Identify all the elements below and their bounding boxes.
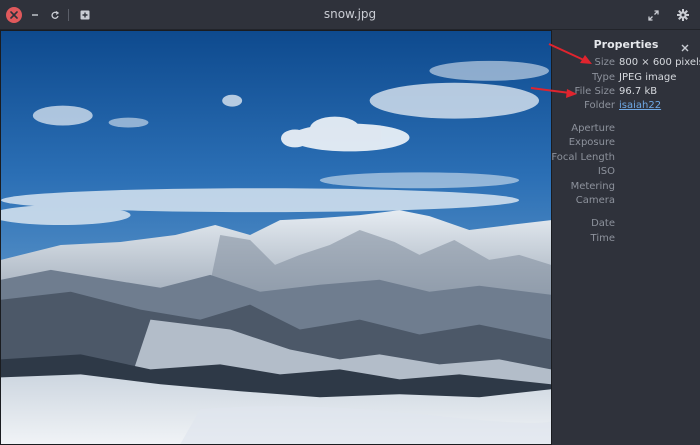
snow-mountain-photo [1, 31, 551, 444]
property-key: File Size [574, 86, 615, 97]
property-key: Size [594, 57, 615, 68]
image-viewer[interactable] [0, 30, 552, 445]
property-key: Aperture [571, 123, 615, 134]
exif-iso: ISO [552, 166, 700, 180]
property-key: Date [591, 218, 615, 229]
exif-aperture: Aperture [552, 123, 700, 137]
property-key: Folder [584, 100, 615, 111]
property-key: Exposure [568, 137, 615, 148]
expand-icon [647, 9, 659, 21]
property-folder: Folder isaiah22 [552, 100, 700, 114]
fullscreen-button[interactable] [645, 7, 661, 23]
exif-exposure: Exposure [552, 137, 700, 151]
property-value: JPEG image [619, 72, 677, 83]
property-date: Date [552, 218, 700, 232]
property-key: Focal Length [551, 152, 615, 163]
property-value: 96.7 kB [619, 86, 658, 97]
property-key: ISO [597, 166, 615, 177]
property-size: Size 800 × 600 pixels [552, 57, 700, 71]
properties-close-button[interactable] [680, 38, 690, 52]
close-icon [681, 44, 689, 52]
settings-button[interactable] [675, 7, 691, 23]
property-key: Camera [575, 195, 615, 206]
folder-link[interactable]: isaiah22 [619, 100, 661, 111]
property-key: Type [592, 72, 615, 83]
property-file-size: File Size 96.7 kB [552, 86, 700, 100]
exif-focal-length: Focal Length [551, 152, 700, 166]
property-type: Type JPEG image [552, 72, 700, 86]
properties-panel: Properties Size 800 × 600 pixels Type JP… [551, 30, 700, 445]
exif-camera: Camera [552, 195, 700, 209]
property-value: 800 × 600 pixels [619, 57, 700, 68]
property-key: Metering [570, 181, 615, 192]
properties-heading: Properties [593, 38, 659, 51]
property-time: Time [552, 233, 700, 247]
property-key: Time [590, 233, 615, 244]
gear-icon [677, 9, 689, 21]
exif-metering: Metering [552, 181, 700, 195]
window-title: snow.jpg [323, 7, 377, 21]
title-bar: snow.jpg [0, 0, 700, 30]
